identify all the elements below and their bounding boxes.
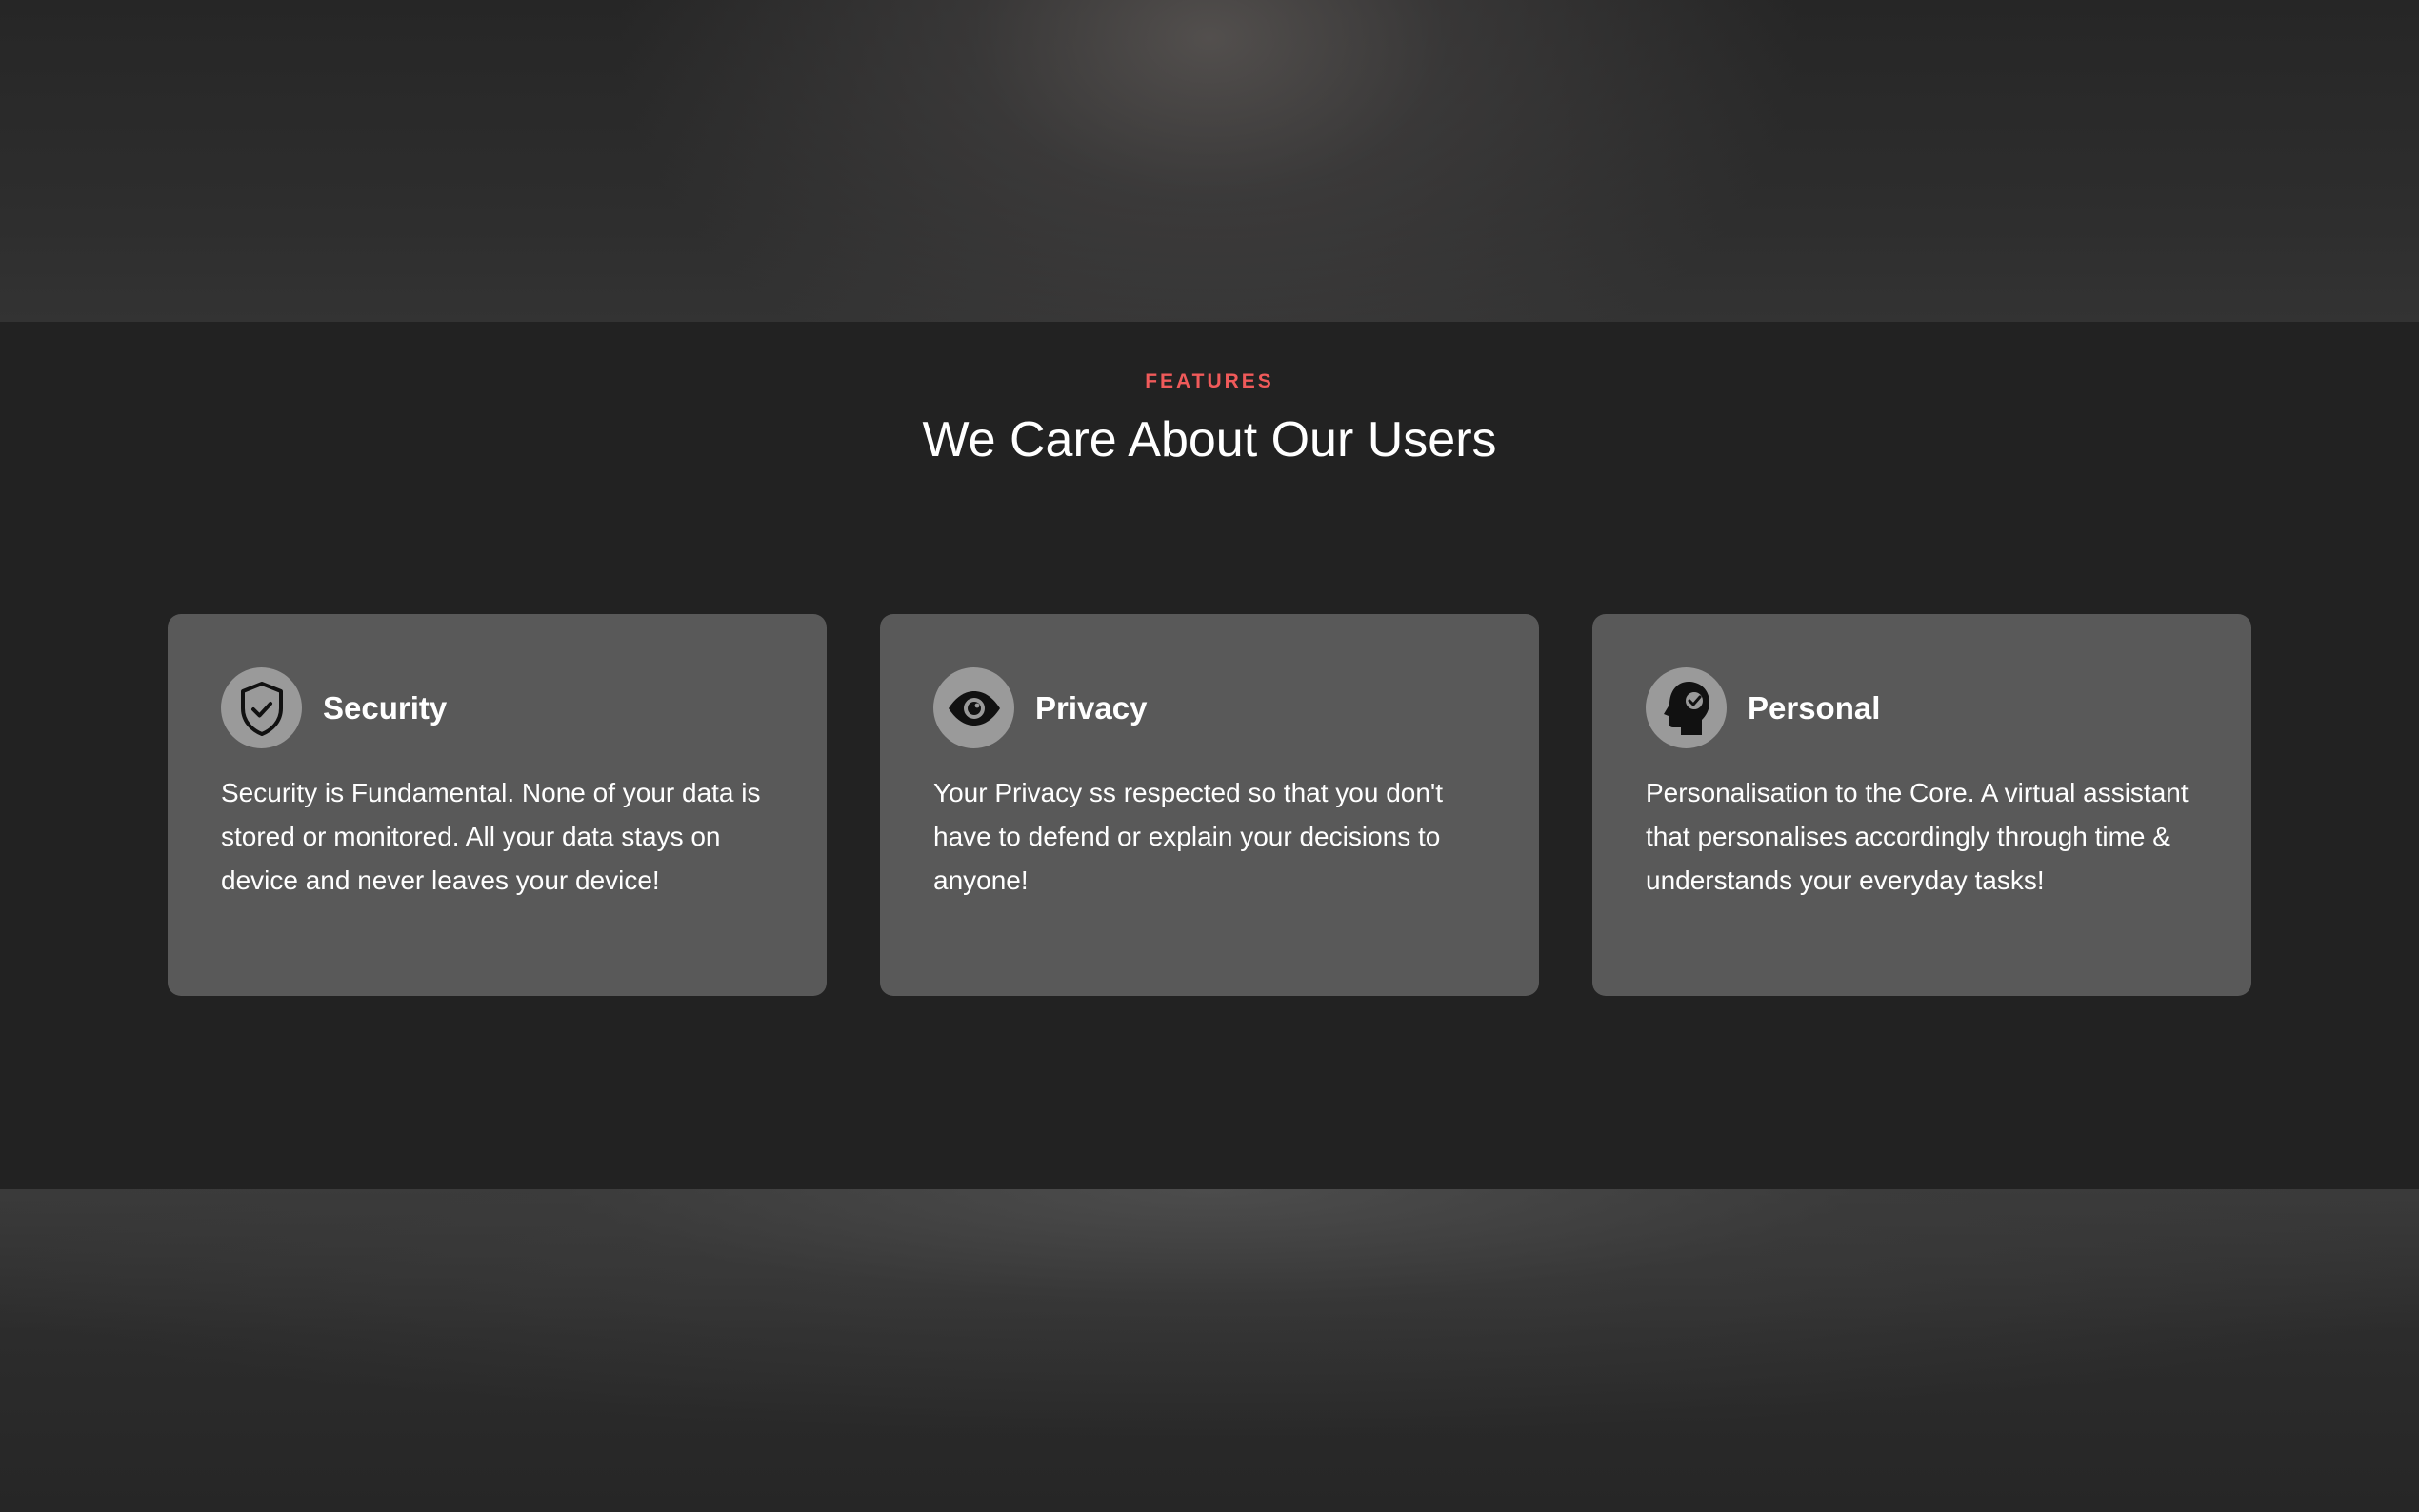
page: FEATURES We Care About Our Users Securit…: [0, 0, 2419, 1512]
card-title: Privacy: [1035, 689, 1148, 726]
card-header: Privacy: [933, 667, 1486, 748]
feature-card-personal: Personal Personalisation to the Core. A …: [1592, 614, 2251, 996]
card-title: Security: [323, 689, 448, 726]
feature-card-privacy: Privacy Your Privacy ss respected so tha…: [880, 614, 1539, 996]
section-eyebrow: FEATURES: [1145, 370, 1274, 392]
card-description: Personalisation to the Core. A virtual a…: [1646, 778, 2189, 895]
card-description: Security is Fundamental. None of your da…: [221, 778, 761, 895]
head-profile-icon: [1646, 667, 1727, 748]
card-header: Security: [221, 667, 773, 748]
feature-card-security: Security Security is Fundamental. None o…: [168, 614, 827, 996]
shield-check-icon: [221, 667, 302, 748]
card-title: Personal: [1748, 689, 1881, 726]
feature-cards: Security Security is Fundamental. None o…: [168, 614, 2251, 996]
footer-backdrop: [0, 1189, 2419, 1512]
card-header: Personal: [1646, 667, 2198, 748]
card-description: Your Privacy ss respected so that you do…: [933, 778, 1444, 895]
hero-backdrop: [0, 0, 2419, 322]
eye-icon: [933, 667, 1014, 748]
section-heading: We Care About Our Users: [922, 412, 1497, 468]
